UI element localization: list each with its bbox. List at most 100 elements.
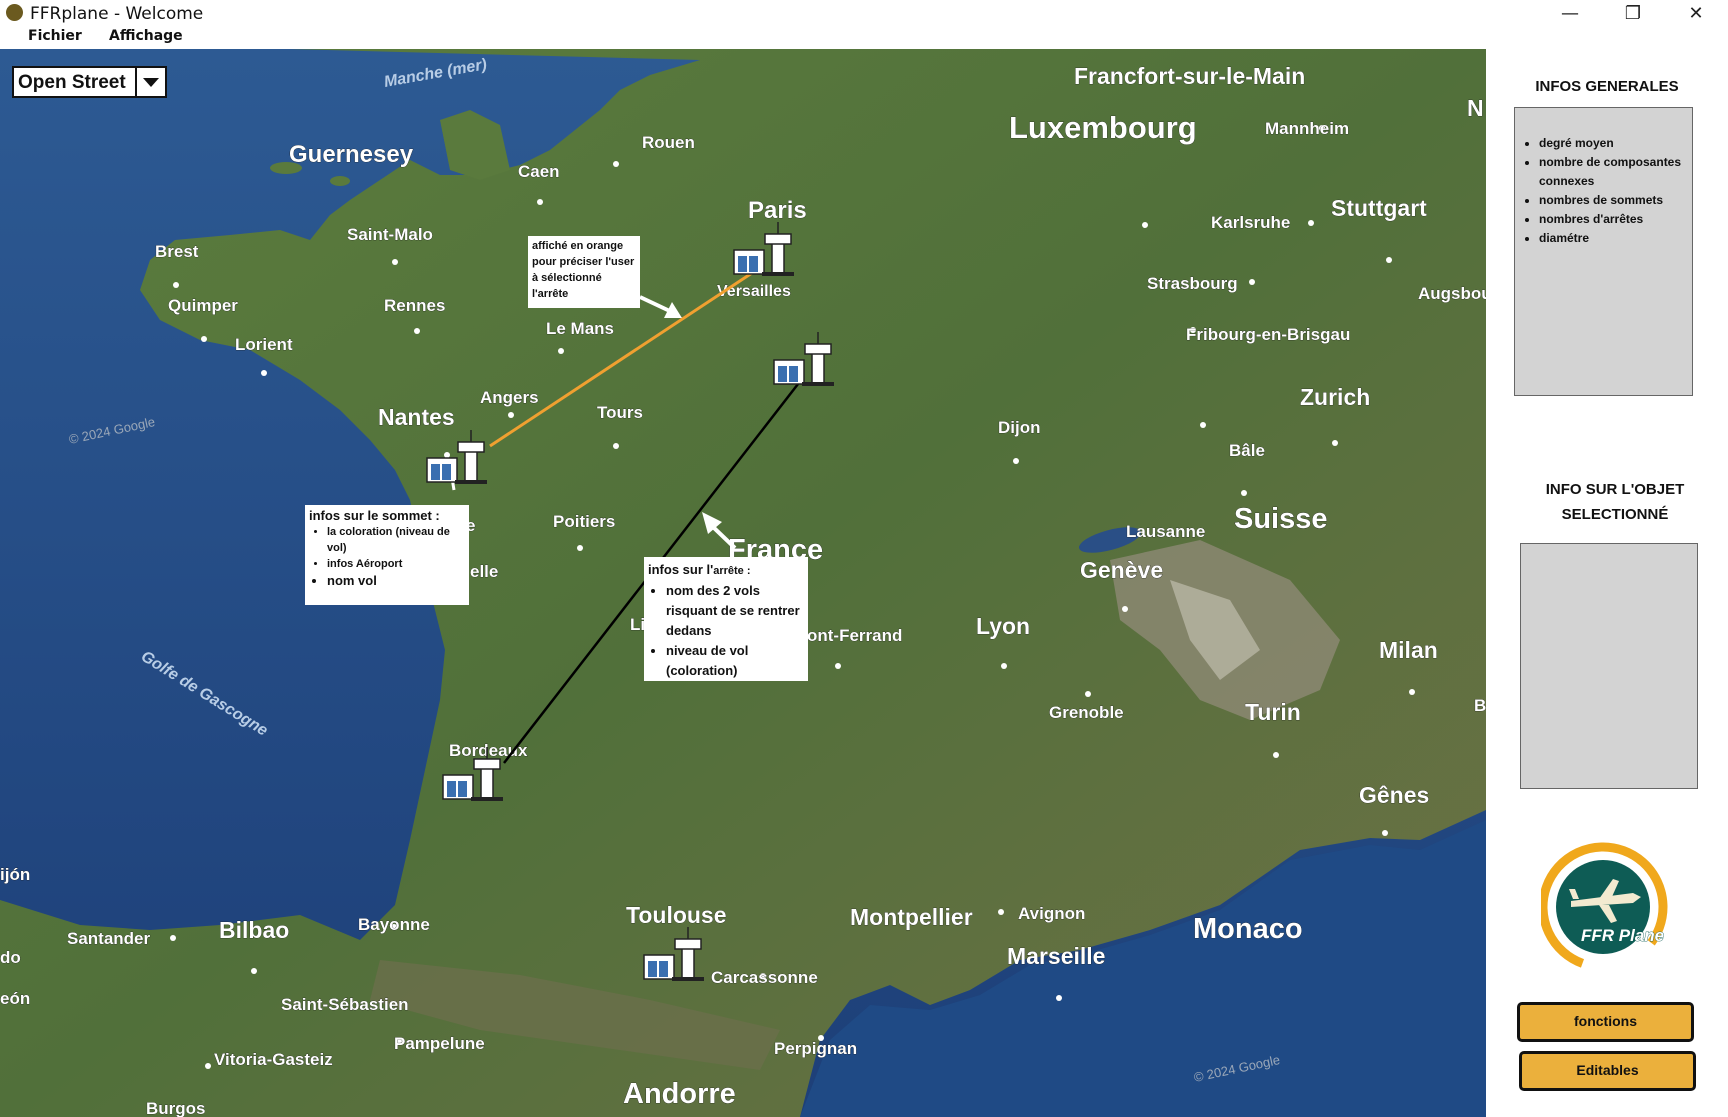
label-lyon: Lyon bbox=[976, 613, 1030, 639]
label-edge-b: B bbox=[1474, 696, 1486, 715]
annotation-vertex-item: infos Aéroport bbox=[327, 556, 465, 572]
editables-button[interactable]: Editables bbox=[1519, 1051, 1696, 1091]
annotation-line: l'arrête bbox=[532, 288, 569, 300]
annotation-edge-item: niveau de vol (coloration) bbox=[666, 641, 804, 681]
label-suisse: Suisse bbox=[1234, 503, 1328, 535]
label-milan: Milan bbox=[1379, 637, 1438, 663]
general-info-item: nombres d'arrêtes bbox=[1539, 210, 1692, 229]
label-lausanne: Lausanne bbox=[1126, 522, 1205, 541]
label-bayonne: Bayonne bbox=[358, 915, 430, 934]
label-augsbourg: Augsbou bbox=[1418, 284, 1486, 303]
label-edge-eon: eón bbox=[0, 989, 30, 1008]
annotation-vertex-title: infos sur le sommet : bbox=[309, 508, 440, 523]
annotation-vertex-info: infos sur le sommet : la coloration (niv… bbox=[305, 505, 469, 605]
window-title: FFRplane - Welcome bbox=[30, 4, 204, 24]
label-pampelune: Pampelune bbox=[394, 1034, 485, 1053]
label-bale: Bâle bbox=[1229, 441, 1265, 460]
selected-info-title-line: SELECTIONNÉ bbox=[1561, 506, 1669, 523]
label-geneve: Genève bbox=[1080, 557, 1163, 583]
label-toulouse: Toulouse bbox=[626, 902, 727, 928]
label-edge-elle: elle bbox=[470, 562, 498, 581]
label-angers: Angers bbox=[480, 388, 539, 407]
label-mannheim: Mannheim bbox=[1265, 119, 1349, 138]
annotation-line: pour préciser l'user bbox=[532, 256, 635, 268]
label-caen: Caen bbox=[518, 162, 560, 181]
label-stuttgart: Stuttgart bbox=[1331, 195, 1427, 221]
label-le-mans: Le Mans bbox=[546, 319, 614, 338]
general-info-title: INFOS GENERALES bbox=[1535, 78, 1679, 95]
label-saint-sebastien: Saint-Sébastien bbox=[281, 995, 409, 1014]
label-paris: Paris bbox=[748, 197, 807, 224]
label-bordeaux: Bordeaux bbox=[449, 741, 528, 760]
menu-fichier[interactable]: Fichier bbox=[28, 28, 82, 44]
general-info-item: diamétre bbox=[1539, 229, 1692, 248]
annotation-vertex-item: la coloration (niveau de vol) bbox=[327, 524, 465, 556]
label-versailles: Versailles bbox=[717, 283, 791, 300]
label-zurich: Zurich bbox=[1300, 384, 1370, 410]
annotation-orange-note: affiché en orange pour préciser l'user à… bbox=[528, 236, 640, 308]
label-turin: Turin bbox=[1245, 699, 1301, 725]
label-karlsruhe: Karlsruhe bbox=[1211, 213, 1290, 232]
label-carcassonne: Carcassonne bbox=[711, 968, 818, 987]
menu-affichage[interactable]: Affichage bbox=[109, 28, 183, 44]
annotation-edge-title-part: arrête : bbox=[713, 565, 751, 577]
label-edge-li: Li bbox=[630, 615, 645, 634]
close-icon[interactable]: ✕ bbox=[1666, 0, 1726, 26]
label-montpellier: Montpellier bbox=[850, 904, 973, 930]
label-andorre: Andorre bbox=[623, 1078, 736, 1110]
label-francfort: Francfort-sur-le-Main bbox=[1074, 63, 1305, 89]
general-info-item: degré moyen bbox=[1539, 134, 1692, 153]
label-guernesey: Guernesey bbox=[289, 141, 414, 168]
logo-text: FFR Plane bbox=[1581, 926, 1664, 945]
annotation-edge-info: infos sur l'arrête : nom des 2 vols risq… bbox=[644, 557, 808, 681]
label-edge-n: N bbox=[1467, 95, 1484, 121]
app-icon bbox=[6, 4, 23, 21]
island-jersey bbox=[330, 176, 350, 186]
chevron-down-icon[interactable] bbox=[135, 68, 165, 96]
title-bar: FFRplane - Welcome — ❐ ✕ bbox=[0, 0, 1728, 26]
label-monaco: Monaco bbox=[1193, 913, 1303, 945]
label-edge-ijon: ijón bbox=[0, 865, 30, 884]
label-nantes: Nantes bbox=[378, 404, 455, 430]
label-quimper: Quimper bbox=[168, 296, 238, 315]
label-perpignan: Perpignan bbox=[774, 1039, 857, 1058]
fonctions-button[interactable]: fonctions bbox=[1517, 1002, 1694, 1042]
label-vitoria: Vitoria-Gasteiz bbox=[214, 1050, 333, 1069]
annotation-vertex-item: nom vol bbox=[327, 572, 465, 590]
label-tours: Tours bbox=[597, 403, 643, 422]
minimize-icon[interactable]: — bbox=[1540, 0, 1600, 26]
maximize-icon[interactable]: ❐ bbox=[1603, 0, 1663, 26]
map-layer-select[interactable]: Open Street bbox=[12, 66, 167, 98]
general-info-item: nombres de sommets bbox=[1539, 191, 1692, 210]
annotation-edge-title: infos sur l'arrête : bbox=[648, 560, 804, 581]
label-luxembourg: Luxembourg bbox=[1009, 110, 1197, 145]
label-avignon: Avignon bbox=[1018, 904, 1085, 923]
app-logo: FFR Plane bbox=[1538, 839, 1679, 977]
label-dijon: Dijon bbox=[998, 418, 1041, 437]
label-brest: Brest bbox=[155, 242, 199, 261]
label-poitiers: Poitiers bbox=[553, 512, 615, 531]
annotation-edge-item: nom des 2 vols risquant de se rentrer de… bbox=[666, 581, 804, 641]
label-saint-malo: Saint-Malo bbox=[347, 225, 433, 244]
label-marseille: Marseille bbox=[1007, 943, 1105, 969]
label-strasbourg: Strasbourg bbox=[1147, 274, 1238, 293]
selected-info-panel bbox=[1520, 543, 1698, 789]
menu-bar: Fichier Affichage bbox=[0, 26, 1728, 49]
annotation-edge-title-part: infos sur l' bbox=[648, 562, 714, 577]
label-rouen: Rouen bbox=[642, 133, 695, 152]
selected-info-title: INFO SUR L'OBJET SELECTIONNÉ bbox=[1494, 477, 1728, 527]
general-info-panel: degré moyen nombre de composantes connex… bbox=[1514, 107, 1693, 396]
annotation-line: affiché en orange bbox=[532, 240, 624, 252]
selected-info-title-line: INFO SUR L'OBJET bbox=[1545, 481, 1685, 498]
label-rennes: Rennes bbox=[384, 296, 445, 315]
general-info-item: nombre de composantes connexes bbox=[1539, 153, 1692, 191]
label-edge-do: do bbox=[0, 948, 21, 967]
label-clermont: ont-Ferrand bbox=[807, 626, 902, 645]
label-lorient: Lorient bbox=[235, 335, 293, 354]
label-genes: Gênes bbox=[1359, 782, 1429, 808]
label-burgos: Burgos bbox=[146, 1099, 206, 1117]
map-layer-select-value: Open Street bbox=[18, 72, 126, 93]
label-santander: Santander bbox=[67, 929, 151, 948]
label-bilbao: Bilbao bbox=[219, 917, 289, 943]
label-grenoble: Grenoble bbox=[1049, 703, 1124, 722]
